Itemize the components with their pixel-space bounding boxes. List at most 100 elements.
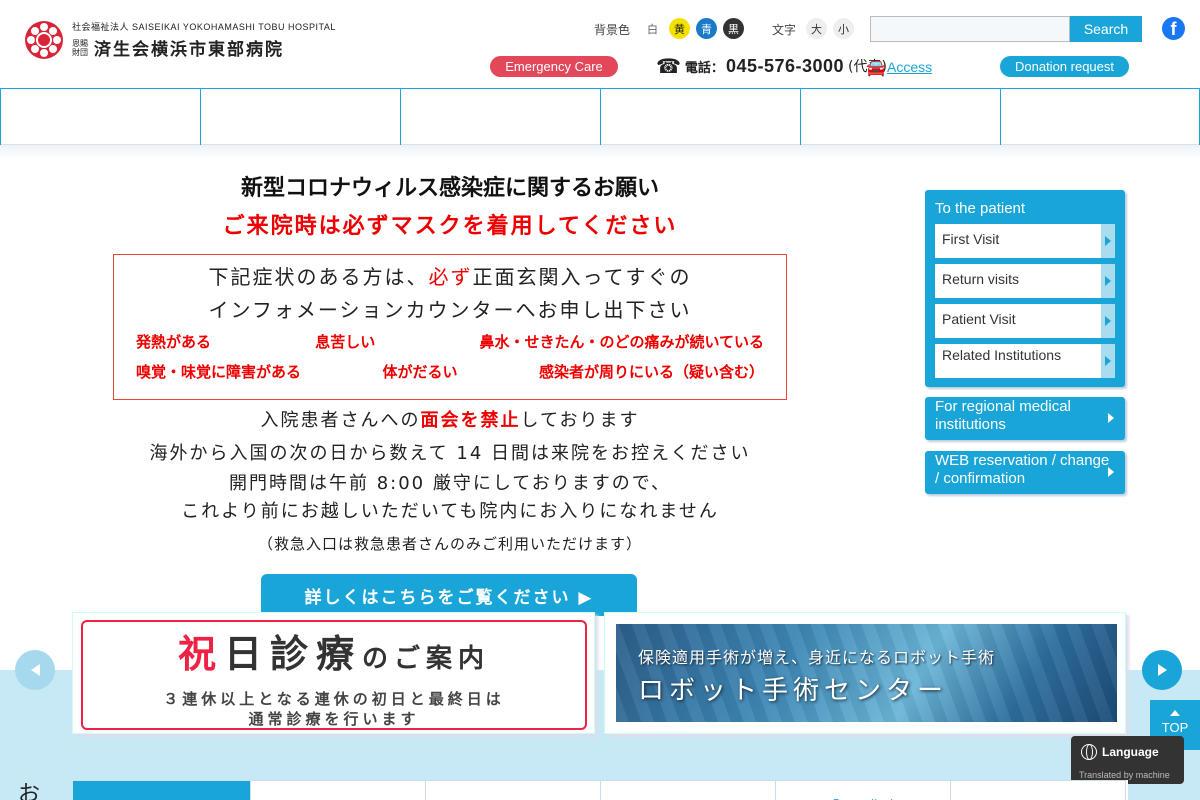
news-tabs: Formedical bbox=[73, 780, 1128, 800]
nav-item-6[interactable] bbox=[1000, 89, 1200, 145]
chevron-right-icon bbox=[1101, 304, 1115, 338]
bg-white-button[interactable]: 白 bbox=[642, 18, 663, 39]
visit-ban-red: 面会を禁止 bbox=[420, 410, 521, 431]
chevron-right-icon bbox=[1101, 264, 1115, 298]
holiday-title: 日診療 bbox=[223, 632, 362, 676]
bg-yellow-button[interactable]: 黄 bbox=[669, 18, 690, 39]
car-icon: 🚘 bbox=[866, 58, 886, 77]
bgcolor-label: 背景色 bbox=[594, 23, 631, 37]
logo-name: 済生会横浜市東部病院 bbox=[94, 40, 284, 60]
symptoms-intro-post: 正面玄関入ってすぐの bbox=[472, 265, 692, 289]
symptoms-box: 下記症状のある方は、必ず正面玄関入ってすぐの インフォメーションカウンターへお申… bbox=[113, 254, 787, 400]
phone-number[interactable]: 045-576-3000 bbox=[726, 56, 844, 77]
patient-item-first-visit[interactable]: First Visit bbox=[935, 224, 1115, 258]
holiday-sub-line2: 通常診療を行います bbox=[248, 710, 420, 728]
arrow-up-icon bbox=[1170, 710, 1180, 716]
font-large-button[interactable]: 大 bbox=[806, 18, 827, 39]
chevron-right-icon bbox=[1108, 467, 1114, 477]
nav-item-4[interactable] bbox=[600, 89, 800, 145]
robot-surgery-banner[interactable]: 保険適用手術が増え、身近になるロボット手術 ロボット手術センター bbox=[604, 612, 1126, 734]
patient-item-label: First Visit bbox=[942, 231, 1000, 247]
gate-time-line2: これより前にお越しいただいても院内にお入りになれません bbox=[181, 501, 719, 522]
news-heading-char: お bbox=[18, 782, 41, 800]
nav-item-1[interactable] bbox=[0, 89, 200, 145]
regional-institutions-label: For regional medical institutions bbox=[935, 398, 1071, 433]
chevron-right-icon bbox=[1108, 413, 1114, 423]
notice-mask-request: ご来院時は必ずマスクを着用してください bbox=[222, 214, 678, 239]
patient-panel-title: To the patient bbox=[935, 200, 1026, 217]
global-nav bbox=[0, 88, 1200, 145]
chevron-right-icon bbox=[1101, 344, 1115, 378]
news-tab[interactable] bbox=[73, 780, 251, 800]
news-tab[interactable] bbox=[951, 780, 1126, 800]
patient-item-return-visits[interactable]: Return visits bbox=[935, 264, 1115, 298]
holiday-char: 祝 bbox=[177, 632, 224, 676]
search-input[interactable] bbox=[870, 16, 1070, 42]
symptom-item: 嗅覚・味覚に障害がある bbox=[136, 363, 302, 381]
symptoms-intro-pre: 下記症状のある方は、 bbox=[208, 265, 429, 289]
covid-detail-button[interactable]: 詳しくはこちらをご覧ください ▶ bbox=[261, 574, 637, 616]
nav-item-2[interactable] bbox=[200, 89, 400, 145]
translated-note: Translated by machine bbox=[1079, 770, 1170, 780]
logo-emblem-icon bbox=[24, 20, 64, 60]
news-tab[interactable] bbox=[251, 780, 426, 800]
bg-blue-button[interactable]: 青 bbox=[696, 18, 717, 39]
facebook-icon[interactable]: f bbox=[1162, 17, 1185, 40]
visit-ban-pre: 入院患者さんへの bbox=[260, 410, 421, 431]
news-tab[interactable]: Formedical bbox=[776, 780, 951, 800]
holiday-sub-line1: ３連休以上となる連休の初日と最終日は bbox=[163, 690, 505, 708]
symptom-item: 発熱がある bbox=[136, 333, 212, 351]
language-label: Language bbox=[1102, 745, 1159, 759]
patient-item-label: Patient Visit bbox=[942, 311, 1016, 327]
top-label: TOP bbox=[1161, 720, 1189, 735]
patient-item-label: Return visits bbox=[942, 271, 1020, 287]
robot-banner-subtitle: 保険適用手術が増え、身近になるロボット手術 bbox=[638, 648, 996, 667]
holiday-title-suffix: のご案内 bbox=[362, 644, 491, 674]
robot-surgery-image: 保険適用手術が増え、身近になるロボット手術 ロボット手術センター bbox=[616, 624, 1117, 722]
patient-item-label: Related Institutions bbox=[942, 347, 1062, 363]
search-button[interactable]: Search bbox=[1070, 16, 1142, 42]
symptom-item: 息苦しい bbox=[315, 333, 376, 351]
covid-notice: 新型コロナウィルス感染症に関するお願い ご来院時は必ずマスクを着用してください … bbox=[110, 170, 790, 562]
symptom-item: 感染者が周りにいる（疑い含む） bbox=[538, 363, 764, 381]
chevron-right-icon bbox=[1157, 664, 1167, 676]
phone-info: ☎ 電話： 045-576-3000 (代表) bbox=[656, 54, 887, 78]
phone-icon: ☎ bbox=[656, 54, 681, 78]
visit-ban-post: しております bbox=[520, 410, 640, 431]
gate-time-line1: 開門時間は午前 8:00 厳守にしておりますので、 bbox=[228, 473, 672, 494]
nav-item-5[interactable] bbox=[800, 89, 1000, 145]
news-tab[interactable] bbox=[426, 780, 601, 800]
language-widget[interactable]: Language Translated by machine bbox=[1071, 736, 1184, 784]
donation-request-button[interactable]: Donation request bbox=[1000, 56, 1129, 77]
holiday-clinic-banner[interactable]: 祝日診療のご案内 ３連休以上となる連休の初日と最終日は 通常診療を行います bbox=[72, 612, 595, 734]
emergency-care-button[interactable]: Emergency Care bbox=[490, 56, 618, 77]
font-size-label: 文字 bbox=[772, 23, 797, 37]
font-small-button[interactable]: 小 bbox=[833, 18, 854, 39]
site-header: 社会福祉法人 SAISEIKAI YOKOHAMASHI TOBU HOSPIT… bbox=[0, 0, 1200, 88]
patient-item-related-institutions[interactable]: Related Institutions bbox=[935, 344, 1115, 378]
symptoms-intro-line2: インフォメーションカウンターへお申し出下さい bbox=[208, 298, 692, 322]
symptoms-intro-must: 必ず bbox=[428, 265, 473, 289]
web-reservation-label: WEB reservation / change / confirmation bbox=[935, 452, 1110, 487]
hospital-logo[interactable]: 社会福祉法人 SAISEIKAI YOKOHAMASHI TOBU HOSPIT… bbox=[24, 20, 336, 60]
overseas-notice: 海外から入国の次の日から数えて 14 日間は来院をお控えください bbox=[149, 443, 751, 464]
patient-item-patient-visit[interactable]: Patient Visit bbox=[935, 304, 1115, 338]
symptom-item: 体がだるい bbox=[382, 363, 458, 381]
nav-item-3[interactable] bbox=[400, 89, 600, 145]
emergency-entrance-note: （救急入口は救急患者さんのみご利用いただけます） bbox=[257, 535, 642, 553]
logo-subtitle: 社会福祉法人 SAISEIKAI YOKOHAMASHI TOBU HOSPIT… bbox=[72, 22, 336, 32]
web-reservation-button[interactable]: WEB reservation / change / confirmation bbox=[925, 451, 1125, 494]
robot-banner-title: ロボット手術センター bbox=[638, 676, 949, 706]
logo-prefix: 恩賜財団 bbox=[72, 38, 88, 57]
slider-next-button[interactable] bbox=[1142, 650, 1182, 690]
regional-institutions-button[interactable]: For regional medical institutions bbox=[925, 397, 1125, 440]
bg-black-button[interactable]: 黒 bbox=[723, 18, 744, 39]
news-tab[interactable] bbox=[601, 780, 776, 800]
notice-title: 新型コロナウィルス感染症に関するお願い bbox=[240, 176, 659, 201]
globe-icon bbox=[1081, 744, 1097, 760]
access-link[interactable]: Access bbox=[887, 59, 932, 75]
patient-panel: To the patient First Visit Return visits… bbox=[925, 190, 1125, 387]
slider-prev-button[interactable] bbox=[15, 650, 55, 690]
symptom-item: 鼻水・せきたん・のどの痛みが続いている bbox=[479, 333, 764, 351]
chevron-right-icon bbox=[1101, 224, 1115, 258]
